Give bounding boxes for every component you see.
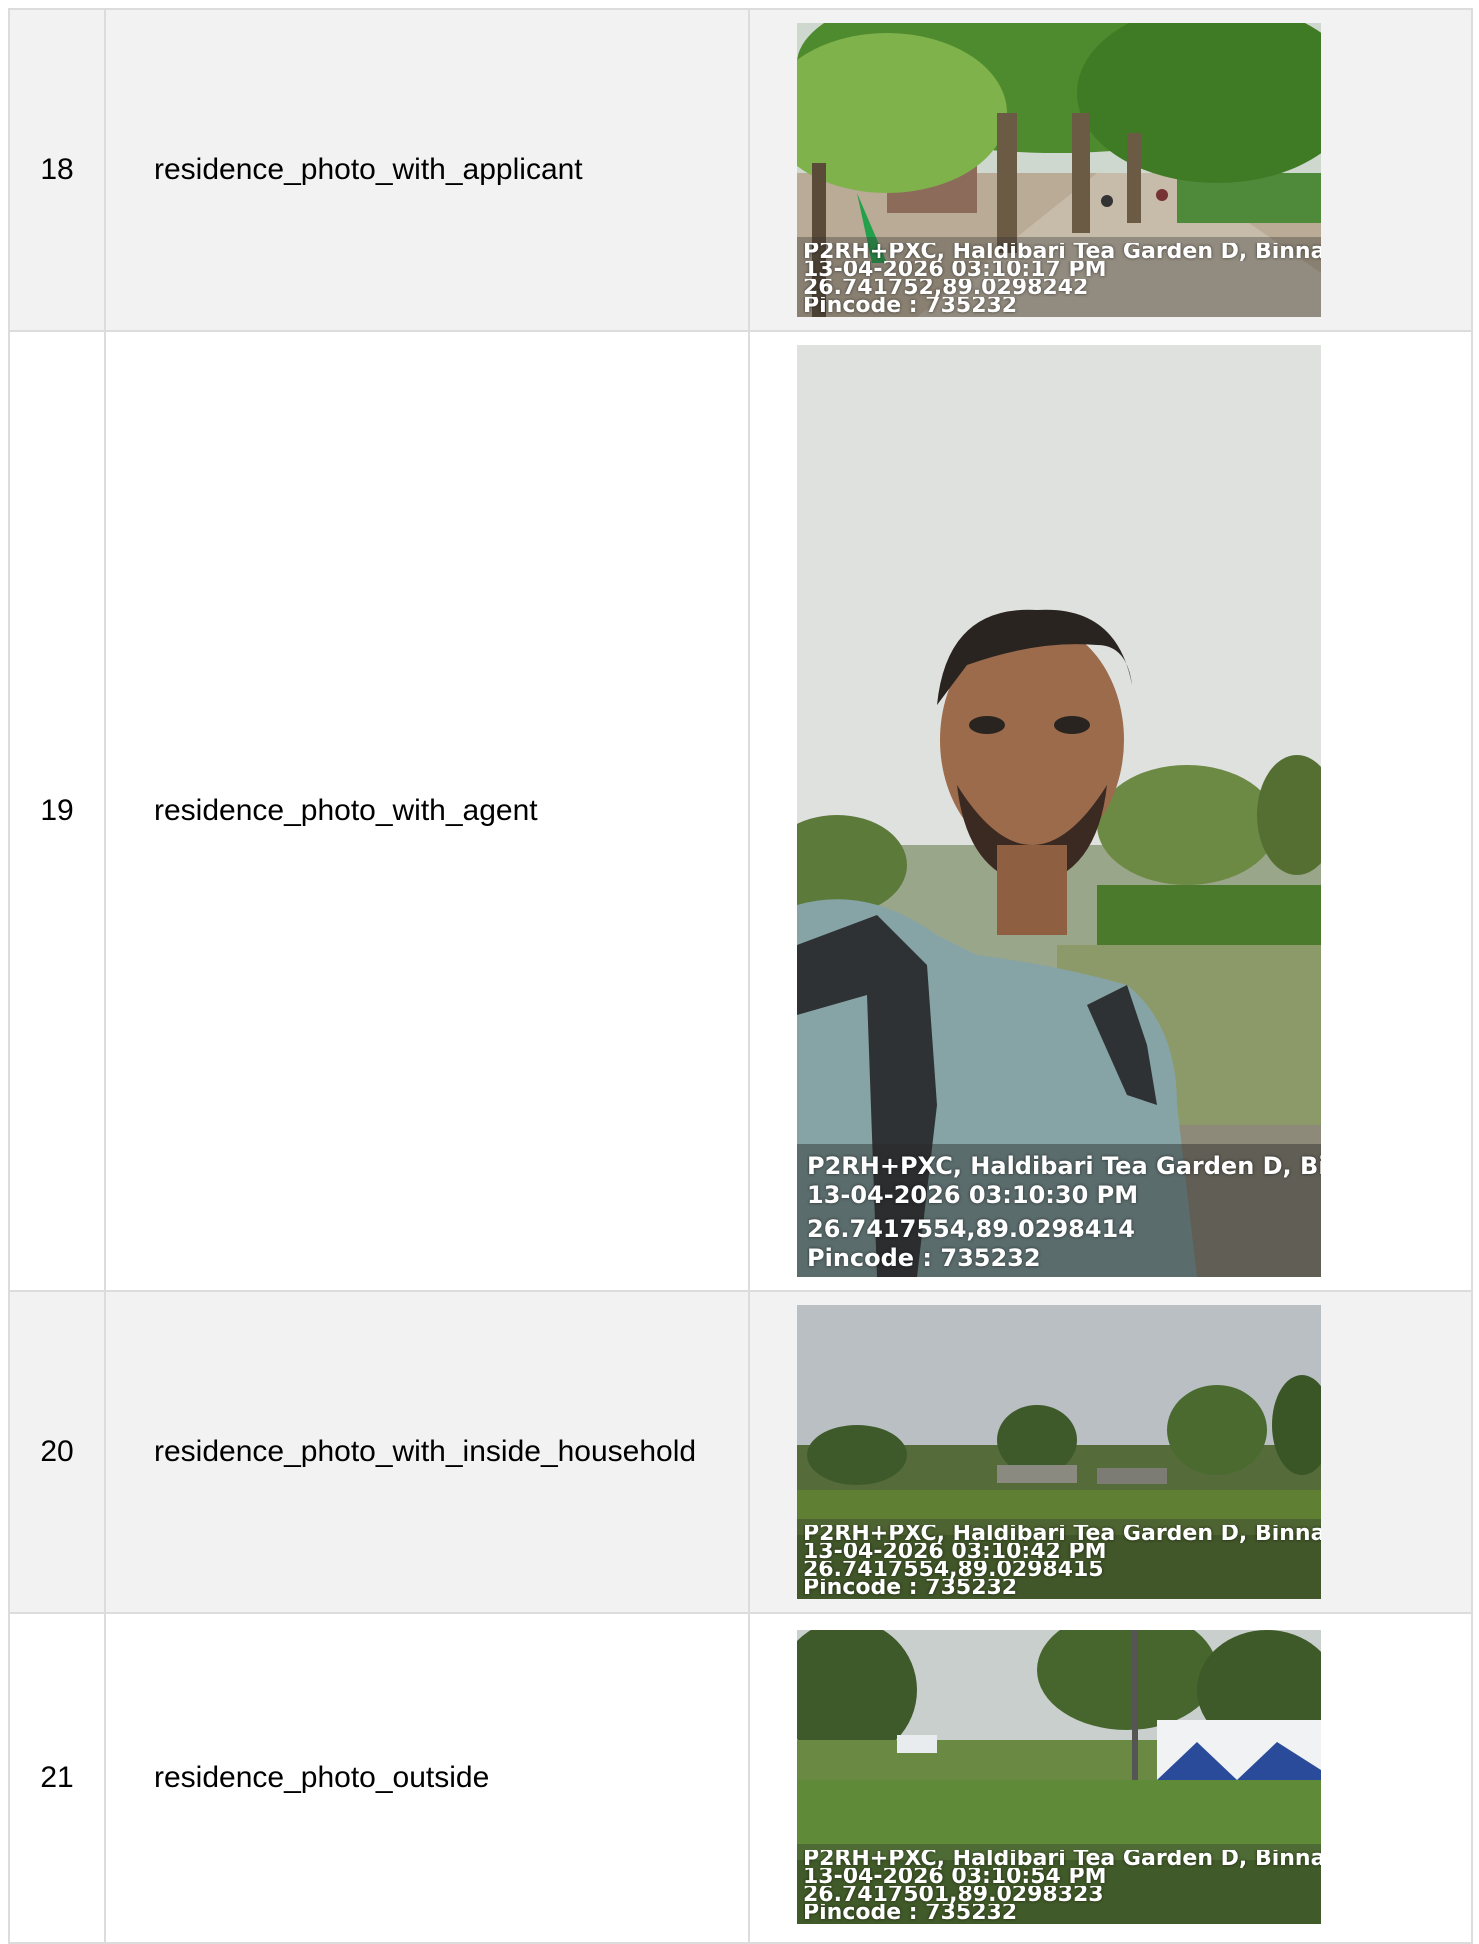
stamp-datetime: 13-04-2026 03:10:17 PM: [803, 260, 1107, 279]
row-number: 21: [8, 1612, 106, 1944]
stamp-datetime: 13-04-2026 03:10:30 PM: [807, 1180, 1139, 1209]
table-row: 18 residence_photo_with_applicant P2RH+P…: [8, 8, 1473, 332]
stamp-address: P2RH+PXC, Haldibari Tea Garden D, Binnag…: [803, 242, 1321, 261]
photo-cell: P2RH+PXC, Haldibari Tea Garden D, Binnag…: [748, 8, 1473, 332]
stamp-coordinates: 26.7417554,89.0298415: [803, 1560, 1104, 1579]
stamp-pincode: Pincode : 735232: [803, 296, 1018, 315]
residence-photo: P2RH+PXC, Haldibari Tea Garden D, Binnag…: [797, 1630, 1321, 1924]
row-number: 19: [8, 330, 106, 1292]
stamp-pincode: Pincode : 735232: [803, 1578, 1018, 1597]
photo-cell: P2RH+PXC, Haldibari Tea Garden D, Binnag…: [748, 1612, 1473, 1944]
row-label: residence_photo_with_applicant: [104, 8, 750, 332]
stamp-pincode: Pincode : 735232: [807, 1244, 1041, 1273]
photo-geo-stamp: P2RH+PXC, Haldibari Tea Garden D, Binnag…: [797, 236, 1321, 317]
table-row: 20 residence_photo_with_inside_household: [8, 1290, 1473, 1614]
photo-cell: P2RH+PXC, Haldibari Tea Garden D, Binnag…: [748, 1290, 1473, 1614]
document-table: 18 residence_photo_with_applicant P2RH+P…: [8, 8, 1473, 1944]
photo-geo-stamp: P2RH+PXC, Haldibari Tea Garden D, Binnag…: [797, 1843, 1321, 1924]
photo-cell: P2RH+PXC, Haldibari Tea Garden D, Binnag…: [748, 330, 1473, 1292]
row-number: 20: [8, 1290, 106, 1614]
table-row: 19 residence_photo_with_agent P2RH+PXC, …: [8, 330, 1473, 1292]
stamp-coordinates: 26.741752,89.0298242: [803, 278, 1089, 297]
stamp-address: P2RH+PXC, Haldibari Tea Garden D, Binnag…: [803, 1524, 1321, 1543]
row-label: residence_photo_with_agent: [104, 330, 750, 1292]
residence-photo: P2RH+PXC, Haldibari Tea Garden D, Binnag…: [797, 345, 1321, 1277]
stamp-address: P2RH+PXC, Haldibari Tea Garden D, Binnag…: [803, 1849, 1321, 1868]
residence-photo: P2RH+PXC, Haldibari Tea Garden D, Binnag…: [797, 23, 1321, 317]
row-label: residence_photo_with_inside_household: [104, 1290, 750, 1614]
table-row: 21 residence_photo_outside P2RH+PXC, Hal…: [8, 1612, 1473, 1944]
stamp-coordinates: 26.7417554,89.0298414: [807, 1215, 1135, 1244]
row-label: residence_photo_outside: [104, 1612, 750, 1944]
stamp-address: P2RH+PXC, Haldibari Tea Garden D, Binnag…: [807, 1151, 1321, 1180]
agent-selfie-image: [797, 345, 1321, 1277]
stamp-coordinates: 26.7417501,89.0298323: [803, 1885, 1104, 1904]
residence-photo: P2RH+PXC, Haldibari Tea Garden D, Binnag…: [797, 1305, 1321, 1599]
row-number: 18: [8, 8, 106, 332]
stamp-datetime: 13-04-2026 03:10:42 PM: [803, 1542, 1107, 1561]
photo-geo-stamp: P2RH+PXC, Haldibari Tea Garden D, Binnag…: [797, 1143, 1321, 1277]
stamp-datetime: 13-04-2026 03:10:54 PM: [803, 1867, 1107, 1886]
stamp-pincode: Pincode : 735232: [803, 1903, 1018, 1922]
photo-geo-stamp: P2RH+PXC, Haldibari Tea Garden D, Binnag…: [797, 1518, 1321, 1599]
